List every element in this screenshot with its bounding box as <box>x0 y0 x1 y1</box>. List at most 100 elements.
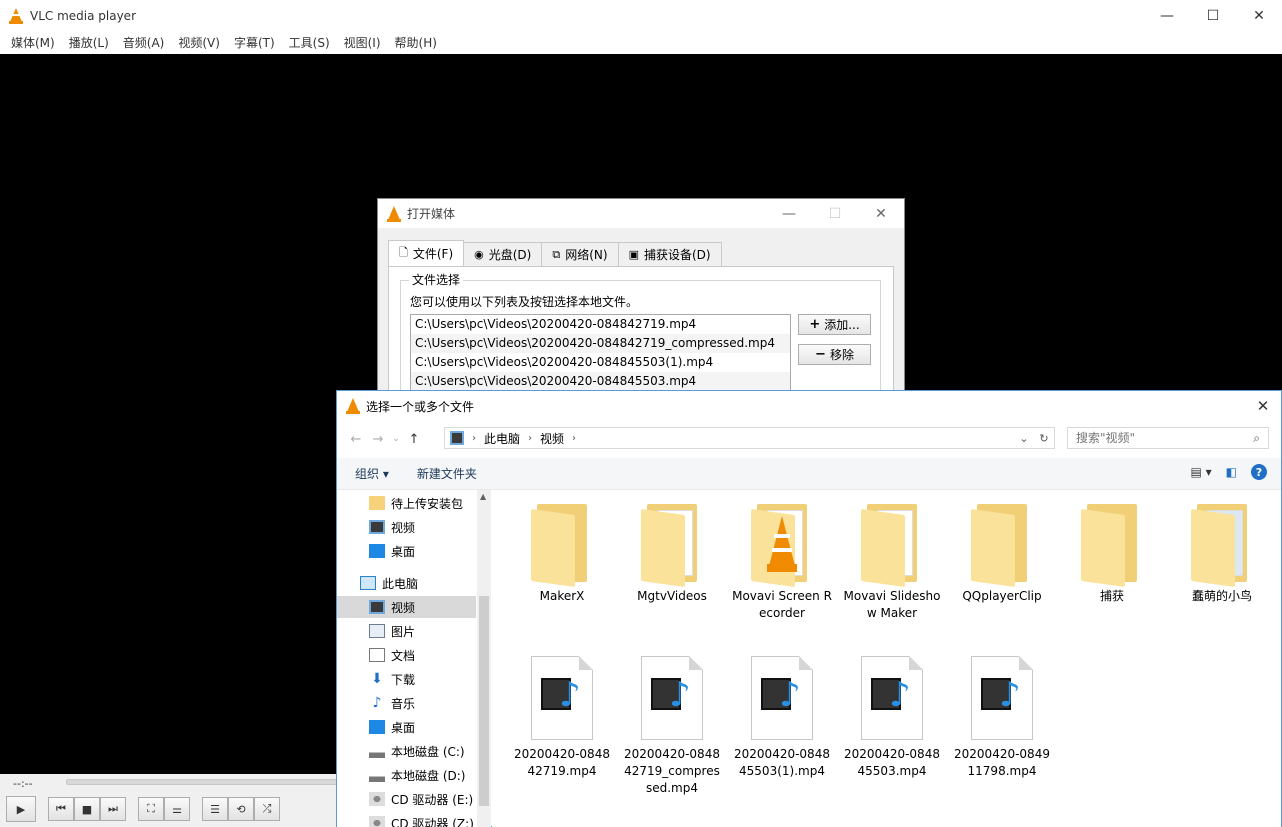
selected-files-list[interactable]: C:\Users\pc\Videos\20200420-084842719.mp… <box>410 314 791 394</box>
menu-view[interactable]: 视图(I) <box>337 34 388 51</box>
sidebar-item-label: 视频 <box>391 599 415 616</box>
sidebar-item-desktop-quick[interactable]: 桌面 <box>337 540 476 562</box>
scroll-up-icon[interactable]: ▲ <box>480 492 486 501</box>
sidebar-item-videos-quick[interactable]: 视频 <box>337 516 476 538</box>
sidebar-item-drive-d[interactable]: 本地磁盘 (D:) <box>337 764 476 786</box>
search-input[interactable] <box>1076 431 1246 445</box>
loop-button[interactable]: ⟲ <box>228 797 254 821</box>
file-tile[interactable]: ♪ 20200420-084845503(1).mp4 <box>732 656 832 780</box>
menu-audio[interactable]: 音频(A) <box>116 34 172 51</box>
sidebar-item-label: 此电脑 <box>382 575 418 592</box>
search-icon[interactable]: ⌕ <box>1253 431 1260 446</box>
stop-button[interactable]: ■ <box>74 797 100 821</box>
folder-icon <box>971 504 1033 584</box>
close-button[interactable]: ✕ <box>1245 391 1281 421</box>
list-item[interactable]: C:\Users\pc\Videos\20200420-084842719.mp… <box>411 315 790 334</box>
menu-media[interactable]: 媒体(M) <box>4 34 62 51</box>
fullscreen-button[interactable]: ⛶ <box>138 797 164 821</box>
sidebar-scrollbar[interactable]: ▲ <box>477 490 491 827</box>
chevron-down-icon[interactable]: ⌄ <box>1014 432 1034 445</box>
file-tile[interactable]: ♪ 20200420-084842719_compressed.mp4 <box>622 656 722 797</box>
folder-name: Movavi Screen Recorder <box>732 588 832 622</box>
file-chooser-title-bar: 选择一个或多个文件 ✕ <box>337 391 1281 421</box>
sidebar-item-desktop[interactable]: 桌面 <box>337 716 476 738</box>
seek-slider[interactable] <box>66 779 346 785</box>
refresh-icon[interactable]: ↻ <box>1034 432 1054 445</box>
add-button[interactable]: +添加... <box>798 314 871 335</box>
minimize-button[interactable]: — <box>766 199 812 228</box>
minimize-button[interactable]: — <box>1144 0 1190 31</box>
organize-button[interactable]: 组织 ▾ <box>355 465 389 482</box>
folder-tile[interactable]: QQplayerClip <box>952 504 1052 605</box>
folder-tile[interactable]: MgtvVideos <box>622 504 722 605</box>
folder-name: MgtvVideos <box>622 588 722 605</box>
menu-video[interactable]: 视频(V) <box>171 34 227 51</box>
tab-disc[interactable]: ◉光盘(D) <box>463 242 542 266</box>
menu-bar: 媒体(M) 播放(L) 音频(A) 视频(V) 字幕(T) 工具(S) 视图(I… <box>0 31 1282 54</box>
folder-tile[interactable]: Movavi Slideshow Maker <box>842 504 942 622</box>
sidebar-item-upload-packages[interactable]: 待上传安装包 <box>337 492 476 514</box>
playlist-button[interactable]: ☰ <box>202 797 228 821</box>
cd-drive-icon <box>369 816 385 827</box>
vlc-cone-icon <box>346 398 360 414</box>
sidebar-item-drive-c[interactable]: 本地磁盘 (C:) <box>337 740 476 762</box>
close-button[interactable]: ✕ <box>1236 0 1282 31</box>
sidebar-item-pictures[interactable]: 图片 <box>337 620 476 642</box>
view-options-icon[interactable]: ▤ ▾ <box>1190 465 1211 479</box>
vlc-title-bar: VLC media player — ☐ ✕ <box>0 0 1282 31</box>
list-item[interactable]: C:\Users\pc\Videos\20200420-084842719_co… <box>411 334 790 353</box>
media-file-icon: ♪ <box>859 656 925 742</box>
tab-file[interactable]: 🗋文件(F) <box>388 240 464 266</box>
sidebar-item-music[interactable]: ♪音乐 <box>337 692 476 714</box>
maximize-button[interactable]: ☐ <box>1190 0 1236 31</box>
folder-tile[interactable]: 捕获 <box>1062 504 1162 605</box>
help-icon[interactable]: ? <box>1251 464 1267 480</box>
shuffle-button[interactable]: ⤮ <box>254 797 280 821</box>
folder-icon <box>1081 504 1143 584</box>
folder-name: QQplayerClip <box>952 588 1052 605</box>
up-arrow-icon[interactable]: ↑ <box>403 432 425 447</box>
tab-capture-device[interactable]: ▣捕获设备(D) <box>618 242 722 266</box>
back-arrow-icon[interactable]: ← <box>345 432 367 447</box>
group-title: 文件选择 <box>409 271 463 288</box>
address-bar[interactable]: › 此电脑 › 视频 › ⌄ ↻ <box>444 427 1055 449</box>
recent-locations-icon[interactable]: ⌄ <box>389 434 403 444</box>
sidebar-item-this-pc[interactable]: 此电脑 <box>337 572 476 594</box>
menu-playback[interactable]: 播放(L) <box>62 34 116 51</box>
breadcrumb-videos[interactable]: 视频 <box>540 430 564 447</box>
plus-icon: + <box>809 317 820 332</box>
folder-tile[interactable]: Movavi Screen Recorder <box>732 504 832 622</box>
forward-arrow-icon[interactable]: → <box>367 432 389 447</box>
file-chooser-title: 选择一个或多个文件 <box>366 398 474 415</box>
new-folder-button[interactable]: 新建文件夹 <box>417 465 477 482</box>
scrollbar-thumb[interactable] <box>479 596 489 806</box>
list-item[interactable]: C:\Users\pc\Videos\20200420-084845503(1)… <box>411 353 790 372</box>
maximize-button[interactable]: ☐ <box>812 199 858 228</box>
sidebar-item-videos[interactable]: 视频 <box>337 596 476 618</box>
sidebar-item-cd-z[interactable]: CD 驱动器 (Z:) <box>337 812 476 827</box>
preview-pane-icon[interactable]: ◧ <box>1226 465 1237 479</box>
sidebar-item-documents[interactable]: 文档 <box>337 644 476 666</box>
previous-button[interactable]: ⏮ <box>48 797 74 821</box>
chevron-right-icon: › <box>528 433 532 444</box>
sidebar-item-cd-e[interactable]: CD 驱动器 (E:) <box>337 788 476 810</box>
next-button[interactable]: ⏭ <box>100 797 126 821</box>
close-button[interactable]: ✕ <box>858 199 904 228</box>
list-item[interactable]: C:\Users\pc\Videos\20200420-084845503.mp… <box>411 372 790 391</box>
menu-tools[interactable]: 工具(S) <box>282 34 337 51</box>
vlc-cone-icon <box>9 8 23 24</box>
file-tile[interactable]: ♪ 20200420-084845503.mp4 <box>842 656 942 780</box>
extended-settings-button[interactable]: ⚌ <box>164 797 190 821</box>
window-title: VLC media player <box>30 9 136 23</box>
menu-subtitle[interactable]: 字幕(T) <box>227 34 282 51</box>
tab-network[interactable]: ⧉网络(N) <box>541 242 618 266</box>
play-button[interactable]: ▶ <box>6 796 36 822</box>
folder-tile[interactable]: MakerX <box>512 504 612 605</box>
file-tile[interactable]: ♪ 20200420-084911798.mp4 <box>952 656 1052 780</box>
folder-tile[interactable]: 蠢萌的小鸟 <box>1172 504 1272 605</box>
breadcrumb-this-pc[interactable]: 此电脑 <box>484 430 520 447</box>
sidebar-item-downloads[interactable]: ⬇下载 <box>337 668 476 690</box>
remove-button[interactable]: −移除 <box>798 344 871 365</box>
file-tile[interactable]: ♪ 20200420-084842719.mp4 <box>512 656 612 780</box>
menu-help[interactable]: 帮助(H) <box>388 34 444 51</box>
